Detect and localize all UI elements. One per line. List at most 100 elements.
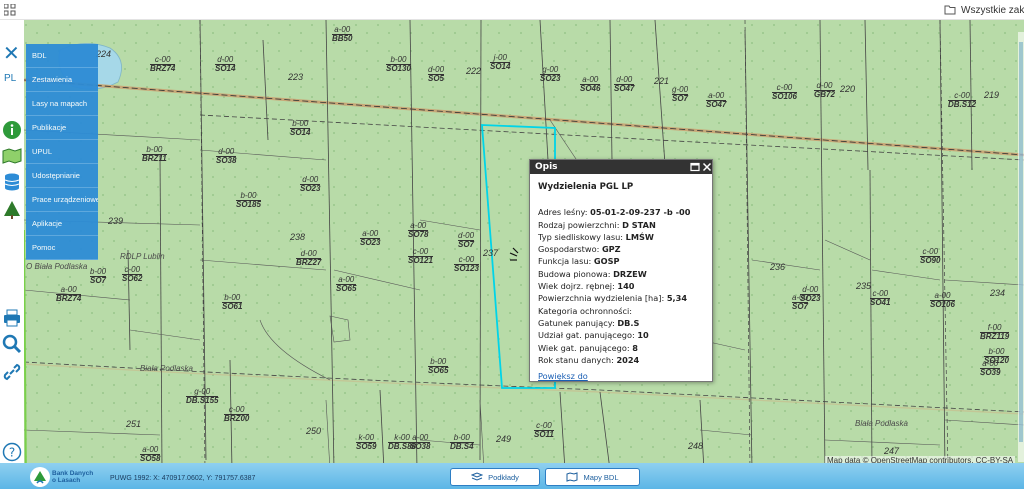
popup-row-value: LMŚW <box>625 231 654 242</box>
compartment-number: 224 <box>96 49 112 59</box>
parcel-label-species: SO7 <box>672 94 689 103</box>
svg-text:?: ? <box>9 446 15 460</box>
parcel-label-code: d-00 <box>300 249 317 258</box>
popup-row-value: 8 <box>632 342 638 353</box>
parcel-label: a-00 SO58 <box>140 445 161 463</box>
parcel-label-species: SO38 <box>410 442 431 451</box>
compartment-number: 249 <box>496 434 512 444</box>
help-icon[interactable]: ? <box>2 442 22 462</box>
popup-row: Wiek gat. panującego: 8 <box>538 342 704 354</box>
parcel-label: c-00 DB.S12 <box>948 92 977 109</box>
parcel-label: a-00 SO47 <box>706 92 727 109</box>
menu-item-prace-urzadzeniowe[interactable]: Prace urządzeniowe <box>26 188 98 212</box>
menu-item-lasy-na-mapach[interactable]: Lasy na mapach <box>26 92 98 116</box>
popup-header-title: Opis <box>535 162 558 172</box>
parcel-label: c-00 SO11 <box>534 422 554 439</box>
parcel-label-species: SO65 <box>428 366 449 375</box>
parcel-label-code: a-00 <box>142 445 159 454</box>
parcel-label: a-00 SO23 <box>360 230 381 247</box>
parcel-label-code: c-00 <box>872 289 889 298</box>
popup-row-value: 2024 <box>616 354 640 365</box>
popup-row-label: Adres leśny: <box>538 207 591 218</box>
parcel-label-species: SO90 <box>920 256 941 265</box>
menu-item-udostepnianie[interactable]: Udostępnianie <box>26 164 98 188</box>
map-canvas[interactable]: RDLP Lublin O Biała Podlaska Biała Podla… <box>0 20 1024 489</box>
bdl-maps-button[interactable]: Mapy BDL <box>545 468 640 486</box>
close-icon[interactable]: ✕ <box>3 44 20 64</box>
parcel-label: c-00 SO41 <box>870 289 891 307</box>
basemaps-button[interactable]: Podkłady <box>450 468 540 486</box>
parcel-label-code: j-00 <box>493 53 507 62</box>
database-icon[interactable] <box>2 172 22 192</box>
popup-header[interactable]: Opis <box>530 160 712 174</box>
compartment-number: 238 <box>290 232 306 242</box>
print-icon[interactable] <box>2 308 22 328</box>
popup-row: Gatunek panujący: DB.S <box>538 317 704 329</box>
parcel-label: d-00 SO5 <box>428 66 445 83</box>
parcel-label-code: d-00 <box>816 81 833 90</box>
parcel-label: b-00 BRZ11 <box>142 146 167 163</box>
info-icon[interactable] <box>2 120 22 140</box>
parcel-label: c-00 SO123 <box>454 256 479 273</box>
basemaps-label: Podkłady <box>488 472 519 482</box>
parcel-label: b-00 DB.S4 <box>450 434 474 451</box>
all-bookmarks-folder[interactable]: Wszystkie zakład <box>944 2 1024 18</box>
parcel-label-species: SO46 <box>580 84 601 93</box>
popup-body: Wydzielenia PGL LP Adres leśny: 05-01-2-… <box>530 174 712 389</box>
parcel-label-code: d-00 <box>458 231 475 240</box>
parcel-label-species: SO47 <box>614 84 635 93</box>
tree-icon[interactable] <box>2 200 22 220</box>
menu-item-upul[interactable]: UPUL <box>26 140 98 164</box>
link-icon[interactable] <box>2 362 22 382</box>
parcel-label-species: SO47 <box>706 100 727 109</box>
parcel-label-code: b-00 <box>988 347 1005 356</box>
compartment-number: 221 <box>654 76 670 86</box>
search-icon[interactable] <box>2 334 22 354</box>
popup-row-label: Powierzchnia wydzielenia [ha]: <box>538 293 667 304</box>
bdl-maps-label: Mapy BDL <box>583 472 619 482</box>
close-icon[interactable] <box>702 162 712 172</box>
parcel-label: g-00 SO23 <box>540 65 561 83</box>
popup-row: Rodzaj powierzchni: D STAN <box>538 219 704 231</box>
menu-item-zestawienia[interactable]: Zestawienia <box>26 68 98 92</box>
parcel-label-code: g-00 <box>542 65 559 74</box>
parcel-label-species: DB.S12 <box>948 100 977 109</box>
map-layers-icon[interactable] <box>2 146 22 166</box>
language-switch[interactable]: PL <box>4 73 16 84</box>
parcel-label-species: SO65 <box>336 284 357 293</box>
parcel-label: g-00 SO7 <box>672 86 689 103</box>
parcel-label: g-00 DB.S155 <box>186 388 219 405</box>
apps-grid-icon[interactable] <box>4 4 16 16</box>
zoom-to-link[interactable]: Powiększ do <box>538 370 588 382</box>
basemap-icon <box>471 472 484 481</box>
compartment-number: 250 <box>306 426 322 436</box>
parcel-label-species: SO78 <box>408 230 429 239</box>
parcel-label: c-00 BRZ00 <box>224 406 250 423</box>
parcel-label-species: BB50 <box>332 34 353 43</box>
popup-row: Funkcja lasu: GOSP <box>538 255 704 267</box>
parcel-label-code: a-00 <box>934 291 951 300</box>
popup-row-label: Funkcja lasu: <box>538 256 594 267</box>
bdl-logo-text: Bank Danych o Lasach <box>52 470 94 484</box>
parcel-label: b-00 SO61 <box>222 293 243 311</box>
parcel-label-species: SO14 <box>490 62 511 71</box>
parcel-label-code: b-00 <box>146 145 163 154</box>
menu-item-bdl[interactable]: BDL <box>26 44 98 68</box>
parcel-label: a-00 SO106 <box>930 292 955 309</box>
parcel-label-species: SO39 <box>980 368 1001 377</box>
parcel-label: a-00 SO46 <box>580 76 601 93</box>
popup-row-value: DRZEW <box>613 268 647 279</box>
right-edge-bar <box>1018 32 1024 462</box>
parcel-label: d-00 SO47 <box>614 76 635 93</box>
menu-item-publikacje[interactable]: Publikacje <box>26 116 98 140</box>
parcel-label-code: b-00 <box>224 293 241 302</box>
maximize-icon[interactable] <box>690 162 700 172</box>
parcel-label-species: SO38 <box>216 156 237 165</box>
parcel-label: a-00 SO7 <box>792 294 809 311</box>
parcel-label-species: SO14 <box>215 64 236 73</box>
menu-item-pomoc[interactable]: Pomoc <box>26 236 98 260</box>
parcel-label-code: c-00 <box>124 265 141 274</box>
parcel-label-code: c-00 <box>536 421 552 430</box>
parcel-label-species: GB72 <box>814 90 835 99</box>
menu-item-aplikacje[interactable]: Aplikacje <box>26 212 98 236</box>
